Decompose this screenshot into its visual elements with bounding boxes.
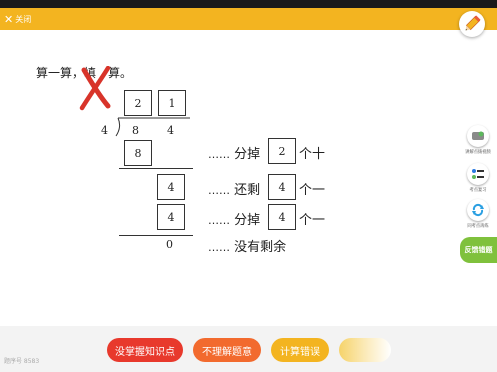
close-label: 关闭: [15, 14, 32, 24]
explanation-line-3: …… 分掉: [208, 209, 260, 228]
quotient-ones-box[interactable]: 1: [158, 90, 186, 116]
step1-product: 8: [134, 146, 142, 160]
explanation-line-1: …… 分掉: [208, 143, 260, 162]
line1-post: 个十: [299, 147, 326, 162]
line1-value-box[interactable]: 2: [268, 138, 296, 164]
line3-value-box[interactable]: 4: [268, 204, 296, 230]
quotient-tens-box[interactable]: 2: [124, 90, 152, 116]
line3-pre: 分掉: [234, 213, 261, 228]
dots: ……: [208, 148, 230, 161]
line3-post: 个一: [299, 213, 326, 228]
reason-more-button[interactable]: [339, 338, 391, 362]
sidebar-item-label: 同考点再练: [467, 224, 489, 229]
line3-value: 4: [278, 210, 286, 224]
final-remainder: 0: [166, 238, 173, 251]
sidebar-item-label: 考点复习: [469, 188, 487, 193]
dots: ……: [208, 214, 230, 227]
quotient-tens: 2: [134, 96, 142, 110]
division-bracket: [115, 117, 190, 137]
pencil-button[interactable]: [459, 11, 485, 37]
dots: ……: [208, 241, 230, 254]
step2-remainder: 4: [167, 180, 175, 194]
dots: ……: [208, 184, 230, 197]
step2-product-box[interactable]: 4: [157, 204, 185, 230]
prompt-start: 算一算，: [36, 66, 85, 80]
sidebar-item-video[interactable]: 讲解点拨视频: [463, 125, 493, 155]
line2-pre: 还剩: [234, 183, 261, 198]
divisor: 4: [101, 124, 108, 137]
sidebar-item-practice[interactable]: 同考点再练: [463, 199, 493, 229]
top-status-bar: [0, 0, 497, 8]
dividend-tens: 8: [132, 124, 139, 137]
close-button[interactable]: ✕ 关闭: [4, 11, 31, 27]
line2-post: 个一: [299, 183, 326, 198]
reason-calc-error-button[interactable]: 计算错误: [271, 338, 329, 362]
pencil-icon: [465, 15, 481, 31]
sidebar-item-review[interactable]: 考点复习: [463, 163, 493, 193]
review-icon: [467, 163, 489, 185]
wrong-mark-icon: [79, 66, 111, 111]
question-id: 题序号 8583: [4, 358, 40, 365]
explanation-line-4: …… 没有剩余: [208, 236, 286, 255]
line1-value: 2: [278, 144, 286, 158]
feedback-button[interactable]: 反馈错题: [460, 237, 497, 263]
reason-not-mastered-button[interactable]: 没掌握知识点: [107, 338, 183, 362]
quotient-ones: 1: [168, 96, 176, 110]
step2-remainder-box[interactable]: 4: [157, 174, 185, 200]
sidebar-item-label: 讲解点拨视频: [465, 150, 491, 155]
header-bar: ✕ 关闭: [0, 8, 497, 30]
explanation-line-2: …… 还剩: [208, 179, 260, 198]
line4-text: 没有剩余: [234, 240, 287, 255]
line-divider-2: [119, 235, 193, 236]
reason-misunderstood-button[interactable]: 不理解题意: [193, 338, 261, 362]
line-divider-1: [119, 168, 193, 169]
refresh-icon: [467, 199, 489, 221]
line2-value: 4: [278, 180, 286, 194]
dividend-ones: 4: [167, 124, 174, 137]
line2-value-box[interactable]: 4: [268, 174, 296, 200]
line1-pre: 分掉: [234, 147, 261, 162]
step1-product-box[interactable]: 8: [124, 140, 152, 166]
step2-product: 4: [167, 210, 175, 224]
close-icon: ✕: [4, 12, 14, 26]
video-icon: [467, 125, 489, 147]
